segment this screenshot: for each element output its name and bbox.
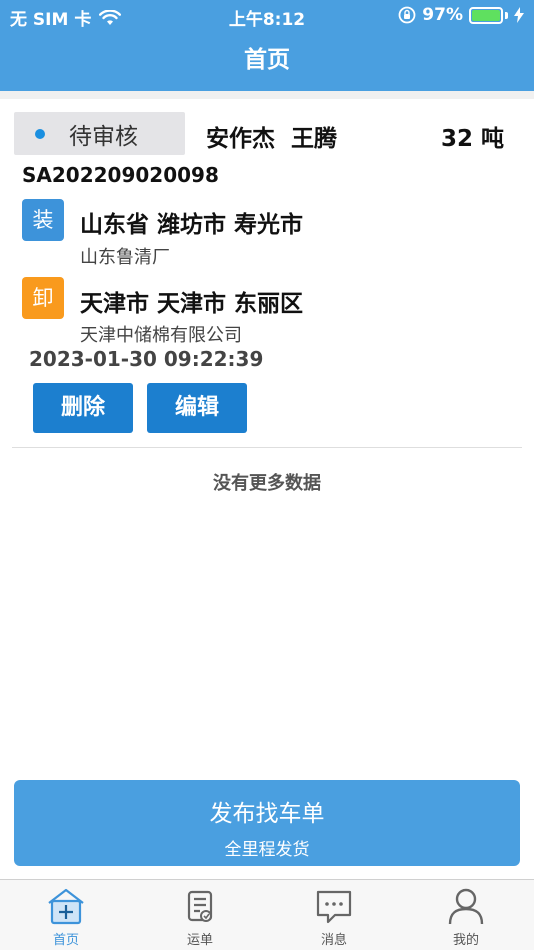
load-badge: 装 (22, 199, 64, 241)
load-company: 山东鲁清厂 (80, 247, 170, 268)
header-separator (0, 91, 534, 99)
orientation-lock-icon (398, 6, 416, 24)
cargo-weight: 32 吨 (440, 126, 504, 152)
message-icon (316, 890, 352, 924)
unload-badge: 卸 (22, 277, 64, 319)
driver-name: 王腾 (291, 126, 337, 152)
list-end-label: 没有更多数据 (213, 473, 321, 494)
tab-waybill[interactable]: 运单 (160, 886, 240, 948)
battery-percent: 97% (422, 5, 463, 25)
tab-profile[interactable]: 我的 (426, 886, 506, 948)
page-title: 首页 (244, 47, 290, 73)
publish-subtitle: 全里程发货 (224, 840, 310, 860)
tab-bar: 首页 运单 消息 我的 (0, 879, 534, 950)
unload-company: 天津中储棉有限公司 (80, 325, 242, 346)
card-divider (12, 447, 522, 448)
load-address: 山东省 潍坊市 寿光市 (80, 212, 304, 238)
battery-tip (505, 11, 508, 19)
contact-names: 安作杰 王腾 (206, 119, 337, 153)
status-dot-icon (35, 128, 45, 139)
tab-waybill-label: 运单 (186, 933, 213, 948)
tab-home[interactable]: 首页 (26, 886, 106, 948)
status-right: 97% (398, 5, 524, 25)
tab-profile-label: 我的 (452, 933, 479, 948)
publish-title: 发布找车单 (209, 801, 325, 827)
tab-messages[interactable]: 消息 (294, 886, 374, 948)
status-bar: 无 SIM 卡 上午8:12 97% (0, 0, 534, 30)
order-number: SA202209020098 (22, 163, 219, 187)
edit-button[interactable]: 编辑 (147, 383, 247, 433)
publish-order-button[interactable]: 发布找车单 全里程发货 (14, 780, 520, 866)
nav-bar: 首页 (0, 30, 534, 91)
order-datetime: 2023-01-30 09:22:39 (29, 347, 264, 371)
tab-home-label: 首页 (52, 933, 79, 948)
order-status-badge: 待审核 (14, 112, 185, 155)
tab-messages-label: 消息 (320, 933, 347, 948)
charging-bolt-icon (514, 7, 524, 23)
profile-icon (448, 888, 484, 925)
waybill-icon (187, 890, 213, 922)
battery-icon (469, 6, 503, 24)
delete-button[interactable]: 删除 (33, 383, 133, 433)
order-status-label: 待审核 (69, 123, 138, 150)
shipper-name: 安作杰 (206, 126, 275, 152)
home-plus-icon (48, 888, 84, 925)
order-card[interactable]: 待审核 安作杰 王腾 32 吨 SA202209020098 装 山东省 潍坊市 … (0, 99, 534, 449)
unload-address: 天津市 天津市 东丽区 (80, 291, 304, 317)
